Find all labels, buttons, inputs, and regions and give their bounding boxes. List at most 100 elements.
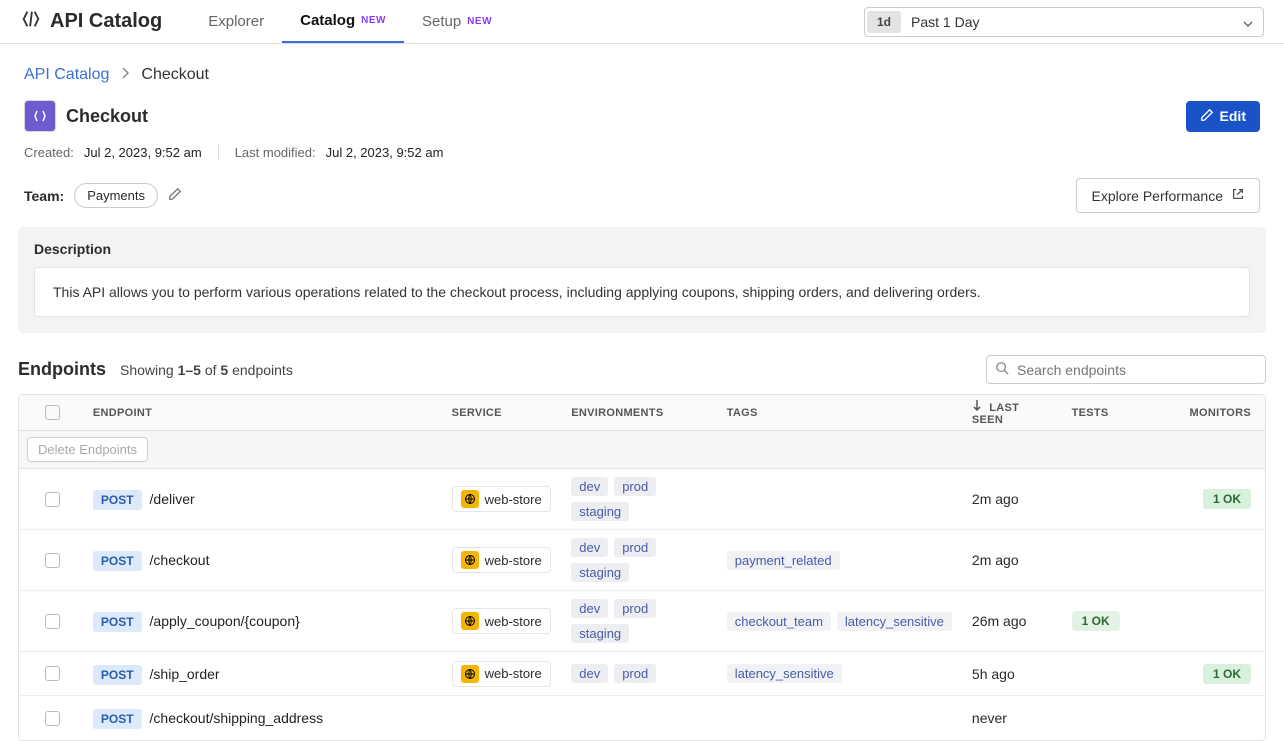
timeframe-selector[interactable]: 1d Past 1 Day xyxy=(864,7,1264,37)
row-checkbox[interactable] xyxy=(23,606,83,637)
timeframe-pill: 1d xyxy=(867,11,901,33)
tab-label: Setup xyxy=(422,13,461,30)
env-pill[interactable]: dev xyxy=(571,664,608,683)
row-checkbox[interactable] xyxy=(23,484,83,515)
created-label: Created: xyxy=(24,145,74,160)
chevron-down-icon xyxy=(1243,14,1261,30)
monitor-status-pill[interactable]: 1 OK xyxy=(1203,489,1251,509)
env-pill[interactable]: dev xyxy=(571,599,608,618)
divider xyxy=(218,144,219,160)
timeframe-label: Past 1 Day xyxy=(901,14,1243,30)
env-pill[interactable]: dev xyxy=(571,477,608,496)
tags-cell xyxy=(717,491,962,507)
col-monitors[interactable]: MONITORS xyxy=(1171,399,1261,427)
service-pill[interactable]: web-store xyxy=(452,486,551,512)
col-last-seen[interactable]: LAST SEEN xyxy=(962,391,1062,434)
edit-button-label: Edit xyxy=(1220,108,1246,124)
env-pill[interactable]: prod xyxy=(614,599,656,618)
tag-pill[interactable]: checkout_team xyxy=(727,612,831,631)
endpoint-cell: POST/checkout xyxy=(83,544,442,576)
environments-cell: devprod staging xyxy=(561,469,717,529)
tab-explorer[interactable]: Explorer xyxy=(190,0,282,43)
test-status-pill[interactable]: 1 OK xyxy=(1072,611,1120,631)
monitor-status-pill[interactable]: 1 OK xyxy=(1203,664,1251,684)
endpoint-path: /apply_coupon/{coupon} xyxy=(150,613,300,629)
pencil-icon[interactable] xyxy=(168,187,182,204)
service-name: web-store xyxy=(485,492,542,507)
env-pill[interactable]: staging xyxy=(571,624,629,643)
select-all-checkbox[interactable] xyxy=(23,397,83,428)
tag-pill[interactable]: latency_sensitive xyxy=(837,612,952,631)
edit-button[interactable]: Edit xyxy=(1186,101,1260,132)
team-pill[interactable]: Payments xyxy=(74,183,158,208)
col-endpoint[interactable]: ENDPOINT xyxy=(83,399,442,427)
env-pill[interactable]: staging xyxy=(571,502,629,521)
globe-icon xyxy=(461,665,479,683)
delete-endpoints-button[interactable]: Delete Endpoints xyxy=(27,437,148,462)
search-input[interactable] xyxy=(1017,362,1257,378)
endpoints-header: Endpoints Showing 1–5 of 5 endpoints xyxy=(0,351,1284,394)
page-title: Checkout xyxy=(66,106,148,127)
table-row[interactable]: POST/ship_order web-store devprod latency_s… xyxy=(19,652,1265,696)
page-header: Checkout Edit xyxy=(0,92,1284,136)
search-endpoints[interactable] xyxy=(986,355,1266,384)
endpoints-table: ENDPOINT SERVICE ENVIRONMENTS TAGS LAST … xyxy=(18,394,1266,741)
environments-cell xyxy=(561,710,717,726)
breadcrumb-current: Checkout xyxy=(141,66,209,84)
endpoint-cell: POST/checkout/shipping_address xyxy=(83,702,442,734)
service-pill[interactable]: web-store xyxy=(452,661,551,687)
env-pill[interactable]: staging xyxy=(571,563,629,582)
monitors-cell xyxy=(1171,710,1261,726)
tests-cell xyxy=(1062,710,1172,726)
pencil-icon xyxy=(1200,108,1214,125)
top-nav: API Catalog ExplorerCatalogNEWSetupNEW 1… xyxy=(0,0,1284,44)
tags-cell xyxy=(717,710,962,726)
explore-performance-button[interactable]: Explore Performance xyxy=(1076,178,1260,213)
endpoint-cell: POST/ship_order xyxy=(83,658,442,690)
globe-icon xyxy=(461,551,479,569)
env-pill[interactable]: prod xyxy=(614,477,656,496)
env-pill[interactable]: dev xyxy=(571,538,608,557)
environments-cell: devprod staging xyxy=(561,591,717,651)
table-row[interactable]: POST/deliverweb-storedevprodstaging2m ag… xyxy=(19,469,1265,530)
service-pill[interactable]: web-store xyxy=(452,547,551,573)
table-row[interactable]: POST/apply_coupon/{coupon} web-store devpr… xyxy=(19,591,1265,652)
tag-pill[interactable]: latency_sensitive xyxy=(727,664,842,683)
tab-catalog[interactable]: CatalogNEW xyxy=(282,0,404,43)
last-seen-cell: 2m ago xyxy=(962,544,1062,576)
service-cell xyxy=(442,710,562,726)
tags-cell: payment_related xyxy=(717,543,962,578)
tag-pill[interactable]: payment_related xyxy=(727,551,840,570)
col-service[interactable]: SERVICE xyxy=(442,399,562,427)
table-row[interactable]: POST/checkout/shipping_addressnever xyxy=(19,696,1265,740)
col-tags[interactable]: TAGS xyxy=(717,399,962,427)
env-pill[interactable]: prod xyxy=(614,538,656,557)
endpoint-path: /deliver xyxy=(150,491,195,507)
globe-icon xyxy=(461,490,479,508)
breadcrumb-root[interactable]: API Catalog xyxy=(24,66,109,84)
row-checkbox[interactable] xyxy=(23,545,83,576)
endpoint-cell: POST/deliver xyxy=(83,483,442,515)
logo: API Catalog xyxy=(20,8,162,36)
explore-performance-label: Explore Performance xyxy=(1091,188,1223,204)
external-link-icon xyxy=(1231,187,1245,204)
last-seen-cell: 5h ago xyxy=(962,658,1062,690)
team-label: Team: xyxy=(24,188,64,204)
service-pill[interactable]: web-store xyxy=(452,608,551,634)
col-tests[interactable]: TESTS xyxy=(1062,399,1172,427)
method-pill: POST xyxy=(93,709,142,729)
table-body: POST/deliverweb-storedevprodstaging2m ag… xyxy=(19,469,1265,740)
globe-icon xyxy=(461,612,479,630)
description-card: Description This API allows you to perfo… xyxy=(18,227,1266,333)
col-environments[interactable]: ENVIRONMENTS xyxy=(561,399,717,427)
method-pill: POST xyxy=(93,612,142,632)
breadcrumb: API Catalog Checkout xyxy=(0,44,1284,92)
table-row[interactable]: POST/checkout web-store devprod staging paym… xyxy=(19,530,1265,591)
row-checkbox[interactable] xyxy=(23,703,83,734)
row-checkbox[interactable] xyxy=(23,658,83,689)
env-pill[interactable]: prod xyxy=(614,664,656,683)
environments-cell: devprod staging xyxy=(561,530,717,590)
search-icon xyxy=(995,361,1009,378)
description-body: This API allows you to perform various o… xyxy=(34,267,1250,317)
tab-setup[interactable]: SetupNEW xyxy=(404,0,510,43)
